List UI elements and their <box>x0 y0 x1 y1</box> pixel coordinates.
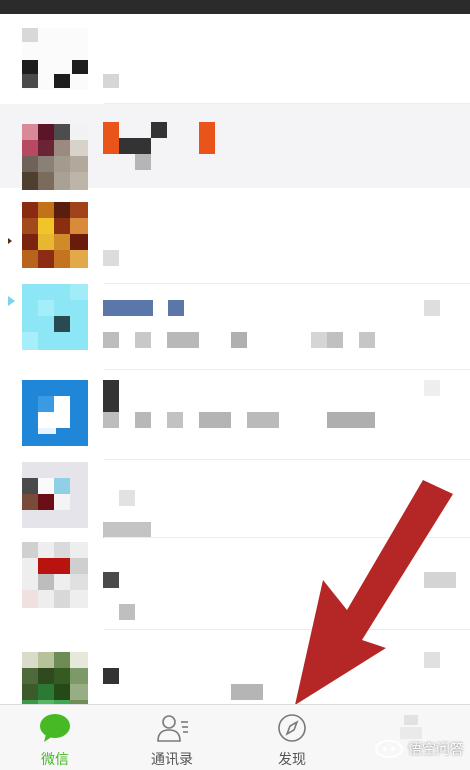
contacts-icon <box>157 715 188 742</box>
blurred-name <box>168 300 184 316</box>
avatar <box>22 28 88 90</box>
tab-label: 发现 <box>278 752 306 768</box>
blurred-preview <box>167 412 183 428</box>
unread-marker <box>8 238 12 244</box>
chat-bubble-icon <box>40 714 70 742</box>
avatar <box>22 202 88 268</box>
blurred-name <box>119 138 151 154</box>
blurred-preview <box>327 332 343 348</box>
chat-row[interactable] <box>0 188 470 284</box>
tab-chats[interactable]: 微信 <box>0 705 110 770</box>
watermark-text: 悟空问答 <box>408 742 464 758</box>
blurred-name <box>103 300 153 316</box>
blurred-time <box>424 300 440 316</box>
chat-row[interactable] <box>0 370 470 460</box>
blurred-preview <box>311 332 327 348</box>
unread-marker <box>8 296 15 306</box>
blurred-preview <box>103 74 119 88</box>
blurred-time <box>424 572 456 588</box>
blurred-preview <box>327 412 375 428</box>
avatar <box>22 124 88 190</box>
blurred-time <box>424 380 440 396</box>
blurred-name <box>119 490 135 506</box>
blurred-preview <box>119 604 135 620</box>
chat-row[interactable] <box>0 104 470 190</box>
chat-row[interactable] <box>0 460 470 538</box>
blurred-preview <box>247 412 279 428</box>
blurred-preview <box>359 332 375 348</box>
chat-row[interactable] <box>0 284 470 370</box>
tab-label: 通讯录 <box>151 752 193 768</box>
blurred-preview <box>103 332 119 348</box>
blurred-name <box>103 668 119 684</box>
watermark: 悟空问答 <box>374 736 464 762</box>
tab-contacts[interactable]: 通讯录 <box>117 705 227 770</box>
blurred-preview <box>167 332 199 348</box>
avatar <box>22 652 88 704</box>
chat-row[interactable] <box>0 14 470 104</box>
avatar <box>22 380 88 446</box>
chat-list[interactable] <box>0 14 470 704</box>
wukong-logo-icon <box>375 740 403 758</box>
chat-row[interactable] <box>0 538 470 630</box>
blurred-name <box>151 122 167 138</box>
blurred-name <box>103 572 119 588</box>
blurred-preview <box>231 684 263 700</box>
blurred-preview <box>103 522 151 538</box>
compass-icon <box>278 714 306 742</box>
blurred-name <box>199 122 215 154</box>
blurred-preview <box>199 412 231 428</box>
blurred-preview <box>135 332 151 348</box>
blurred-preview <box>103 250 119 266</box>
status-bar <box>0 0 470 14</box>
blurred-name <box>103 380 119 412</box>
blurred-preview <box>135 412 151 428</box>
chat-row[interactable] <box>0 630 470 704</box>
blurred-time <box>424 652 440 668</box>
blurred-name <box>135 154 151 170</box>
avatar <box>22 284 88 350</box>
tab-label: 微信 <box>41 752 69 768</box>
avatar <box>22 542 88 608</box>
blurred-preview <box>231 332 247 348</box>
blurred-preview <box>103 412 119 428</box>
tab-discover[interactable]: 发现 <box>237 705 347 770</box>
blurred-name <box>103 122 119 154</box>
avatar <box>22 462 88 528</box>
